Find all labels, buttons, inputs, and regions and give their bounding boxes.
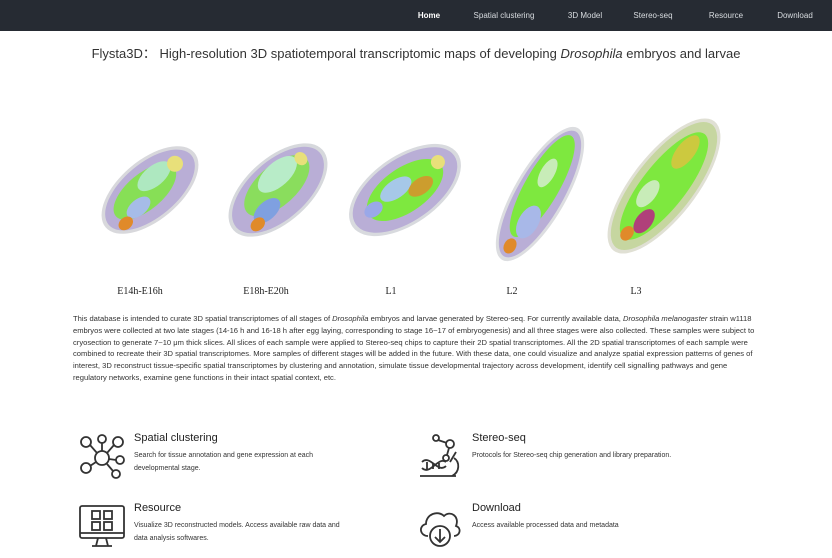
nav-resource[interactable]: Resource (702, 0, 750, 31)
network-cluster-icon (80, 434, 125, 479)
intro-d: Drosophila melanogaster (623, 314, 708, 323)
dna-microscope-icon (420, 434, 460, 477)
feature-title-stereo-seq[interactable]: Stereo-seq (472, 432, 526, 444)
feature-title-spatial-clustering[interactable]: Spatial clustering (134, 432, 218, 444)
embryo-l3-image[interactable] (584, 106, 744, 266)
nav-spatial-clustering[interactable]: Spatial clustering (468, 0, 540, 31)
title-prefix: Flysta3D： High-resolution 3D spatiotempo… (91, 46, 561, 61)
feature-desc-stereo-seq: Protocols for Stereo-seq chip generation… (472, 452, 672, 459)
intro-paragraph: This database is intended to curate 3D s… (73, 313, 763, 384)
stage-label-l3: L3 (630, 286, 642, 297)
feature-desc-resource: Visualize 3D reconstructed models. Acces… (134, 522, 340, 542)
feature-desc-download: Access available processed data and meta… (472, 522, 619, 529)
page-title: Flysta3D： High-resolution 3D spatiotempo… (0, 43, 832, 62)
stage-label-l1: L1 (385, 286, 397, 297)
embryo-e14h-image[interactable] (90, 130, 210, 250)
intro-c: embryos and larvae generated by Stereo-s… (368, 314, 624, 323)
nav-download[interactable]: Download (770, 0, 820, 31)
stage-label-e14h: E14h-E16h (117, 286, 163, 297)
embryo-l1-image[interactable] (340, 128, 470, 252)
nav-stereo-seq[interactable]: Stereo-seq (630, 0, 676, 31)
cloud-download-icon (420, 512, 461, 547)
top-navbar: Home Spatial clustering 3D Model Stereo-… (0, 0, 832, 31)
intro-b: Drosophila (332, 314, 369, 323)
title-suffix: embryos and larvae (622, 46, 741, 61)
embryo-e18h-image[interactable] (218, 128, 338, 252)
stage-label-l2: L2 (506, 286, 518, 297)
monitor-grid-icon (79, 505, 125, 547)
feature-desc-spatial-clustering: Search for tissue annotation and gene ex… (134, 452, 314, 472)
stage-label-e18h: E18h-E20h (243, 286, 289, 297)
feature-title-resource[interactable]: Resource (134, 502, 181, 514)
intro-a: This database is intended to curate 3D s… (73, 314, 333, 323)
intro-e: strain w1118 embryos were collected at t… (73, 314, 755, 382)
nav-home[interactable]: Home (410, 0, 448, 31)
feature-title-download[interactable]: Download (472, 502, 521, 514)
nav-3d-model[interactable]: 3D Model (560, 0, 610, 31)
title-italic: Drosophila (560, 46, 623, 61)
